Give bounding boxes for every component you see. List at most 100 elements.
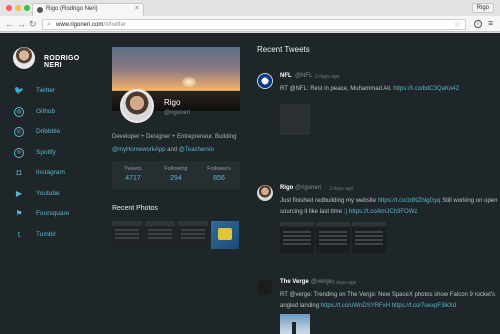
- verge-avatar[interactable]: [257, 279, 273, 295]
- browser-tab[interactable]: Rigo (Rodrigo Neri) ×: [32, 3, 144, 16]
- tweet-time: 3 days ago: [329, 186, 354, 192]
- browser-menu-icon[interactable]: ≡: [488, 19, 493, 28]
- recent-photo[interactable]: [178, 221, 208, 249]
- url-text[interactable]: www.rigoneri.com/#/twitter: [56, 22, 126, 28]
- tweet-author-name[interactable]: Rigo: [280, 185, 293, 191]
- maximize-window-button[interactable]: [24, 5, 30, 11]
- twitter-icon: 🐦: [14, 86, 24, 95]
- tweet-media[interactable]: [316, 222, 350, 253]
- sidebar-item-label: Youtube: [36, 189, 60, 197]
- sidebar: RODRIGO NERI 🐦 Twitter ◍ Github ◎ Dribbb…: [0, 33, 96, 334]
- profile-handle[interactable]: @rigoneri: [164, 110, 190, 116]
- bio-text: Developer + Designer + Entrepreneur. Bui…: [112, 134, 237, 140]
- sidebar-item-tumblr[interactable]: t Tumblr: [14, 227, 94, 248]
- stat-followers[interactable]: Followers 856: [198, 166, 240, 182]
- tab-title: Rigo (Rodrigo Neri): [46, 6, 98, 12]
- spotify-icon: ≋: [14, 147, 24, 158]
- bio-link-myhomeworkapp[interactable]: @myHomeworkApp: [112, 147, 165, 153]
- sidebar-item-label: Dribbble: [36, 128, 61, 135]
- dribbble-icon: ◎: [14, 127, 24, 137]
- url-host: www.rigoneri.com: [56, 22, 104, 28]
- tweet-time: 3 days ago: [332, 280, 357, 286]
- social-nav: 🐦 Twitter ◍ Github ◎ Dribbble ≋ Spotify …: [14, 83, 94, 247]
- nfl-avatar[interactable]: [257, 73, 273, 89]
- tweet-body: RT @NFL: Rest in peace, Muhammad Ali.: [280, 86, 394, 92]
- address-bar[interactable]: ⌕ www.rigoneri.com/#/twitter ☆: [42, 19, 466, 30]
- foursquare-icon: ⚑: [15, 209, 23, 218]
- sidebar-item-label: Twitter: [36, 87, 56, 94]
- back-arrow-icon[interactable]: ←: [5, 19, 14, 29]
- stat-tweets[interactable]: Tweets 4717: [112, 166, 154, 182]
- sidebar-item-label: Tumblr: [36, 230, 56, 238]
- tweet-media[interactable]: [352, 222, 386, 253]
- stat-value: 856: [213, 175, 225, 182]
- sidebar-item-github[interactable]: ◍ Github: [14, 104, 94, 125]
- github-icon: ◍: [14, 106, 24, 117]
- bio-link-teachersio[interactable]: @Teachersio: [179, 147, 214, 153]
- tweet-link[interactable]: https://t.co/zdNZhlgGyq: [378, 198, 441, 204]
- sidebar-item-label: Github: [36, 107, 56, 115]
- recent-photo[interactable]: [112, 221, 142, 249]
- stat-value: 4717: [125, 175, 141, 182]
- tumblr-icon: t: [17, 229, 21, 239]
- close-tab-icon[interactable]: ×: [135, 5, 139, 12]
- tweet-author-name[interactable]: The Verge: [280, 279, 309, 285]
- sidebar-item-twitter[interactable]: 🐦 Twitter: [14, 83, 94, 104]
- youtube-icon: ▶: [15, 188, 23, 198]
- browser-tabbar: Rigo (Rodrigo Neri) × Rigo: [0, 0, 500, 16]
- minimize-window-button[interactable]: [15, 5, 21, 11]
- favicon-icon: [37, 7, 43, 13]
- stat-label: Followers: [207, 166, 231, 172]
- stat-value: 294: [170, 175, 182, 182]
- sidebar-item-spotify[interactable]: ≋ Spotify: [14, 145, 94, 166]
- browser-toolbar: ← → ↻ ⌕ www.rigoneri.com/#/twitter ☆ i ≡: [0, 16, 500, 32]
- tweet-link-2[interactable]: :) https://t.co/kmJCh3FOWz: [344, 209, 418, 215]
- tweet-text: Just finished redbuilding my website htt…: [280, 196, 498, 218]
- bookmark-star-icon[interactable]: ☆: [454, 20, 461, 29]
- sidebar-item-dribbble[interactable]: ◎ Dribbble: [14, 124, 94, 145]
- close-window-button[interactable]: [6, 5, 12, 11]
- recent-photo[interactable]: [145, 221, 175, 249]
- stat-label: Following: [164, 166, 188, 172]
- tweet-media[interactable]: [280, 104, 310, 135]
- sidebar-item-label: Spotify: [36, 148, 56, 156]
- tweet-text: RT @verge: Trending on The Verge: New Sp…: [280, 290, 498, 312]
- instagram-icon: ◘: [16, 168, 22, 177]
- tweet-link[interactable]: https://t.co/bdC3QaKo42: [393, 86, 459, 92]
- profile-stats: Tweets 4717 Following 294 Followers 856: [112, 161, 240, 189]
- info-extension-icon[interactable]: i: [474, 20, 482, 28]
- sidebar-item-foursquare[interactable]: ⚑ Foursquare: [14, 206, 94, 227]
- tweet-author-name[interactable]: NFL: [280, 73, 292, 79]
- site-owner-name: RODRIGO NERI: [44, 55, 80, 69]
- tweet-media[interactable]: [280, 222, 314, 253]
- tweet-text: RT @NFL: Rest in peace, Muhammad Ali. ht…: [280, 84, 498, 95]
- sidebar-item-label: Instagram: [36, 169, 65, 176]
- profile-avatar: [120, 89, 154, 123]
- page-info-icon[interactable]: ⌕: [47, 21, 51, 29]
- recent-photos-heading: Recent Photos: [112, 205, 158, 212]
- tweet-link[interactable]: https://t.co/uWnDSYRFxH https://t.co/7ue…: [321, 303, 456, 309]
- browser-profile-button[interactable]: Rigo: [471, 3, 494, 13]
- cover-sun: [182, 77, 196, 87]
- rigo-avatar[interactable]: [257, 185, 273, 201]
- sidebar-item-youtube[interactable]: ▶ Youtube: [14, 186, 94, 207]
- sidebar-item-instagram[interactable]: ◘ Instagram: [14, 165, 94, 186]
- tweet-media[interactable]: [280, 314, 310, 334]
- tweet-author-handle[interactable]: @NFL: [295, 73, 312, 79]
- url-path: /#/twitter: [103, 22, 127, 28]
- recent-photo[interactable]: [211, 221, 239, 249]
- reload-icon[interactable]: ↻: [29, 19, 37, 29]
- forward-arrow-icon[interactable]: →: [17, 19, 26, 29]
- stat-label: Tweets: [124, 166, 142, 172]
- tweet-author-handle[interactable]: @rigoneri: [295, 185, 321, 191]
- bio-and: and: [165, 147, 179, 153]
- sidebar-item-label: Foursquare: [36, 210, 70, 217]
- tweet-author-handle[interactable]: @verge: [311, 279, 332, 285]
- tweet-time: 3 days ago: [315, 74, 340, 80]
- avatar: [13, 47, 35, 69]
- profile-name: Rigo: [164, 98, 181, 107]
- stat-following[interactable]: Following 294: [155, 166, 197, 182]
- profile-bio: Developer + Designer + Entrepreneur. Bui…: [112, 131, 242, 157]
- page: RODRIGO NERI 🐦 Twitter ◍ Github ◎ Dribbb…: [0, 33, 500, 334]
- tweet-body: Just finished redbuilding my website: [280, 198, 378, 204]
